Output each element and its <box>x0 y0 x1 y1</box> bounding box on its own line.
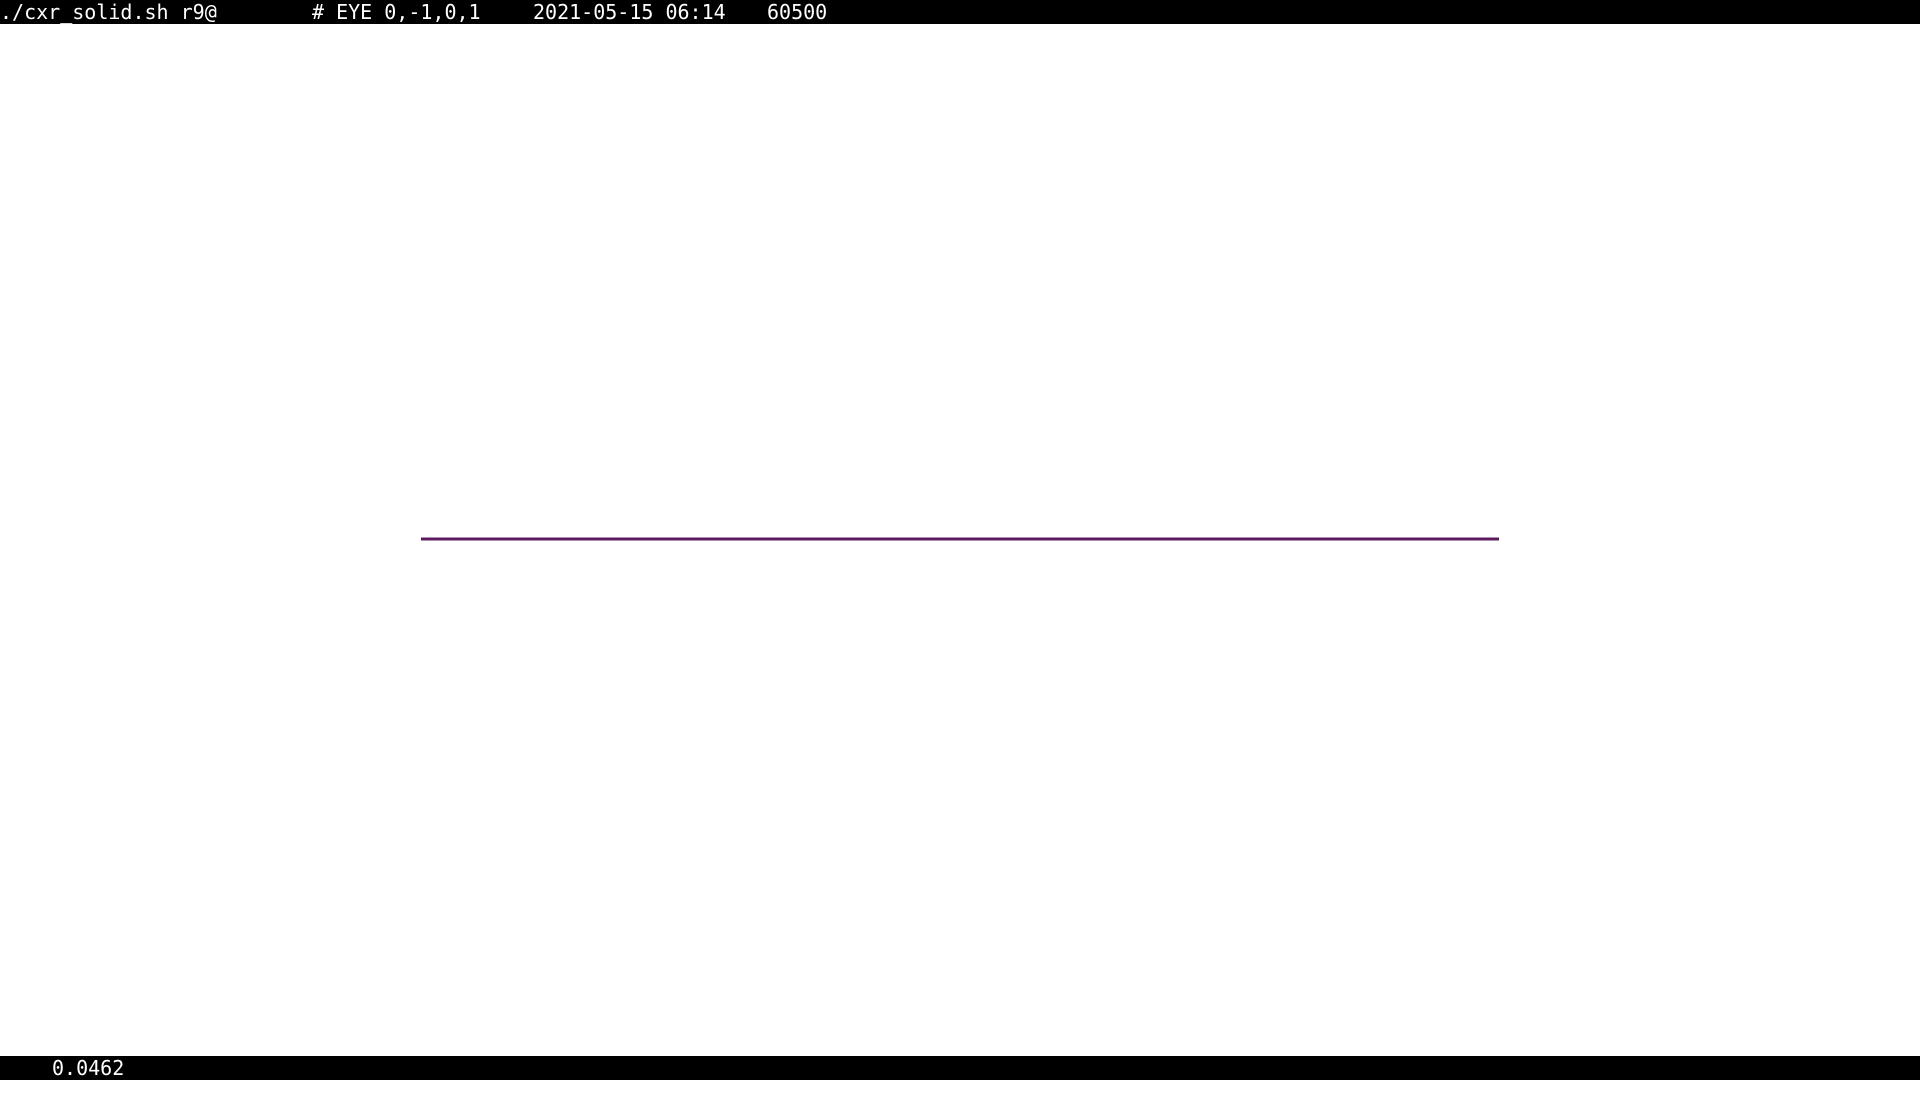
eye-label: # EYE 0,-1,0,1 <box>312 0 481 24</box>
command-label: ./cxr_solid.sh r9@ <box>0 0 217 24</box>
title-bar: ./cxr_solid.sh r9@ # EYE 0,-1,0,1 2021-0… <box>0 0 1920 24</box>
render-viewport[interactable] <box>0 24 1920 1056</box>
status-value: 0.0462 <box>52 1056 125 1080</box>
scene-canvas <box>421 537 1499 541</box>
frame-label: 60500 <box>767 0 828 24</box>
datetime-label: 2021-05-15 06:14 <box>533 0 726 24</box>
status-bar: 0.0462 <box>0 1056 1920 1080</box>
